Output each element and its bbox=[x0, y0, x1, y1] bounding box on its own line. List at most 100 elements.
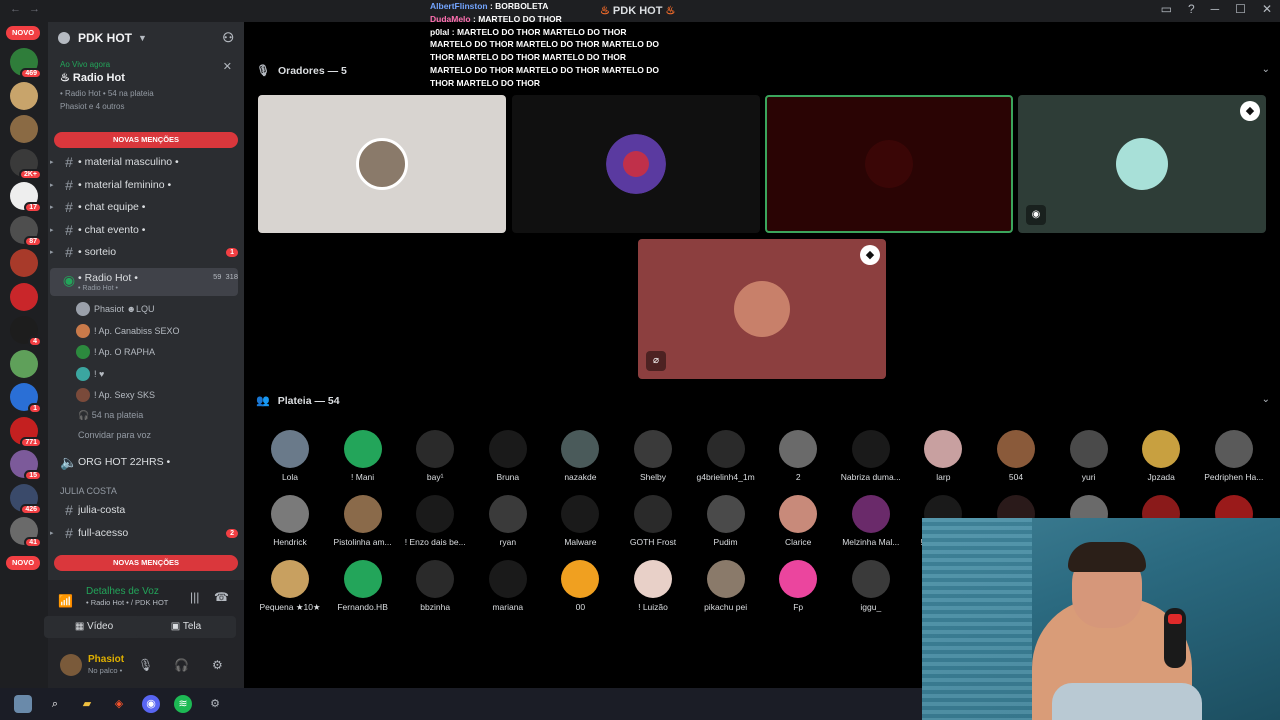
voice-user[interactable]: ! ♥ bbox=[76, 364, 104, 384]
spotify-icon[interactable]: ≋ bbox=[174, 695, 192, 713]
new-mentions-pill-bottom[interactable]: NOVAS MENÇÕES bbox=[54, 555, 238, 571]
audience-member[interactable]: Hendrick bbox=[254, 495, 326, 547]
server-icon[interactable]: 41 bbox=[10, 517, 42, 548]
audience-member[interactable]: Jpzada bbox=[1125, 430, 1197, 482]
server-icon[interactable] bbox=[10, 115, 38, 143]
voice-user[interactable]: Phasiot ☻LQU bbox=[76, 299, 155, 319]
audience-member[interactable]: Pedriphen Ha... bbox=[1198, 430, 1270, 482]
server-icon[interactable] bbox=[10, 349, 38, 378]
audience-member[interactable]: pikachu pei bbox=[690, 560, 762, 612]
disconnect-icon[interactable]: ☎ bbox=[214, 590, 229, 604]
audience-member[interactable]: ryan bbox=[472, 495, 544, 547]
server-icon[interactable] bbox=[10, 81, 38, 110]
audience-member[interactable]: Shelby bbox=[617, 430, 689, 482]
audience-member[interactable]: iggu_ bbox=[835, 560, 907, 612]
voice-user[interactable]: ! Ap. Sexy SKS bbox=[76, 385, 155, 405]
text-channel[interactable]: ▸ # • material masculino • bbox=[50, 152, 238, 172]
audience-member[interactable]: ! Luizão bbox=[617, 560, 689, 612]
voice-channel-org-hot[interactable]: 🔈 ORG HOT 22HRS • bbox=[50, 452, 238, 472]
audience-member[interactable]: GOTH Frost bbox=[617, 495, 689, 547]
avatar[interactable] bbox=[60, 654, 82, 676]
server-icon[interactable]: 15 bbox=[10, 450, 42, 481]
speaker-tile-3[interactable] bbox=[765, 95, 1013, 233]
audience-member[interactable]: ! Mani bbox=[327, 430, 399, 482]
back-forward-icons[interactable]: ←→ bbox=[10, 3, 48, 15]
live-stage-card[interactable]: Ao Vivo agora ♨ Radio Hot • Radio Hot • … bbox=[54, 56, 238, 122]
new-mentions-pill-top[interactable]: NOVAS MENÇÕES bbox=[54, 132, 238, 148]
novo-pill-bottom[interactable]: NOVO bbox=[6, 556, 40, 570]
inbox-icon[interactable]: ▭ bbox=[1161, 2, 1172, 16]
close-button[interactable]: ✕ bbox=[1262, 2, 1272, 16]
text-channel[interactable]: ▸ # • chat evento • bbox=[50, 220, 238, 240]
server-icon[interactable]: 4 bbox=[10, 316, 42, 347]
novo-pill-top[interactable]: NOVO bbox=[6, 26, 40, 40]
headphones-icon[interactable]: 🎧 bbox=[174, 658, 189, 672]
soundboard-icon[interactable]: ||| bbox=[190, 590, 199, 604]
chevron-down-icon[interactable]: ⌄ bbox=[1262, 394, 1270, 405]
help-icon[interactable]: ? bbox=[1188, 2, 1195, 16]
server-icon[interactable]: 87 bbox=[10, 215, 42, 247]
speaker-tile-1[interactable] bbox=[258, 95, 506, 233]
audience-member[interactable]: nazakde bbox=[544, 430, 616, 482]
gear-icon[interactable]: ⚙ bbox=[212, 658, 223, 672]
text-channel[interactable]: ▸ # • material feminino • bbox=[50, 175, 238, 195]
audience-member[interactable]: Pistolinha am... bbox=[327, 495, 399, 547]
server-icon[interactable]: 426 bbox=[10, 483, 42, 515]
audience-member[interactable]: 00 bbox=[544, 560, 616, 612]
channel-full-acesso[interactable]: ▸ # full-acesso 2 bbox=[50, 523, 238, 543]
text-channel[interactable]: ▸ # • chat equipe • bbox=[50, 197, 238, 217]
server-icon[interactable]: 1 bbox=[10, 383, 42, 414]
audience-member[interactable]: ! Enzo dais be... bbox=[399, 495, 471, 547]
voice-user[interactable]: ! Ap. Canabiss SEXO bbox=[76, 321, 180, 341]
audience-member[interactable]: Fernando.HB bbox=[327, 560, 399, 612]
server-icon[interactable]: 17 bbox=[10, 182, 42, 213]
audience-member[interactable]: mariana bbox=[472, 560, 544, 612]
discord-icon[interactable]: ◉ bbox=[142, 695, 160, 713]
audience-member[interactable]: Pudim bbox=[690, 495, 762, 547]
server-icon[interactable]: 771 bbox=[10, 416, 42, 448]
speakers-header[interactable]: 🎙 Oradores — 5 bbox=[256, 64, 347, 78]
audience-member[interactable]: Fp bbox=[762, 560, 834, 612]
signal-icon[interactable]: 📶 bbox=[58, 594, 73, 608]
brave-icon[interactable]: ◈ bbox=[110, 695, 128, 713]
maximize-button[interactable]: ☐ bbox=[1235, 2, 1246, 16]
invite-to-voice[interactable]: Convidar para voz bbox=[78, 430, 151, 440]
server-icon[interactable] bbox=[10, 249, 38, 277]
close-icon[interactable]: ✕ bbox=[223, 60, 232, 73]
text-channel[interactable]: ▸ # • sorteio 1 bbox=[50, 242, 238, 262]
audience-member[interactable]: Melzinha Mal... bbox=[835, 495, 907, 547]
server-icon[interactable]: 469 bbox=[10, 48, 42, 79]
channel-julia-costa[interactable]: # julia-costa bbox=[50, 500, 238, 520]
taskbar-avatar-icon[interactable] bbox=[14, 695, 32, 713]
audience-member[interactable]: Clarice bbox=[762, 495, 834, 547]
category-julia-costa[interactable]: JULIA COSTA bbox=[60, 486, 117, 496]
folder-icon[interactable]: ▰ bbox=[78, 695, 96, 713]
add-member-icon[interactable]: ⚇ bbox=[222, 30, 234, 46]
speaker-tile-5[interactable]: ◆ ⌀ bbox=[638, 239, 886, 379]
steam-icon[interactable]: ⚙ bbox=[206, 695, 224, 713]
search-icon[interactable]: ⌕ bbox=[46, 695, 64, 713]
speaker-tile-4[interactable]: ◆ ◉ bbox=[1018, 95, 1266, 233]
audience-member[interactable]: Nabriza duma... bbox=[835, 430, 907, 482]
audience-member[interactable]: Bruna bbox=[472, 430, 544, 482]
guild-header[interactable]: PDK HOT ▼ ⚇ bbox=[48, 22, 244, 54]
audience-member[interactable]: Malware bbox=[544, 495, 616, 547]
audience-member[interactable]: bay¹ bbox=[399, 430, 471, 482]
audience-header[interactable]: 👥 Plateia — 54 bbox=[256, 394, 340, 408]
minimize-button[interactable]: ─ bbox=[1211, 2, 1220, 16]
audience-member[interactable]: yuri bbox=[1053, 430, 1125, 482]
audience-member[interactable]: larp bbox=[907, 430, 979, 482]
voice-user[interactable]: ! Ap. O RAPHA bbox=[76, 342, 155, 362]
microphone-icon[interactable]: 🎙 bbox=[138, 658, 153, 672]
stage-channel-radio-hot[interactable]: ◉ • Radio Hot • 59 318 • Radio Hot • bbox=[50, 268, 238, 296]
chevron-down-icon[interactable]: ⌄ bbox=[1262, 64, 1270, 75]
server-icon[interactable]: 2K+ bbox=[10, 148, 42, 180]
audience-member[interactable]: 2 bbox=[762, 430, 834, 482]
audience-member[interactable]: bbzinha bbox=[399, 560, 471, 612]
speaker-tile-2[interactable] bbox=[512, 95, 760, 233]
screen-share-button[interactable]: ▣ Tela bbox=[136, 616, 236, 638]
audience-member[interactable]: Lola bbox=[254, 430, 326, 482]
video-button[interactable]: ▦ Vídeo bbox=[44, 616, 144, 638]
audience-member[interactable]: Pequena ★10★ bbox=[254, 560, 326, 613]
audience-member[interactable]: 504 bbox=[980, 430, 1052, 482]
